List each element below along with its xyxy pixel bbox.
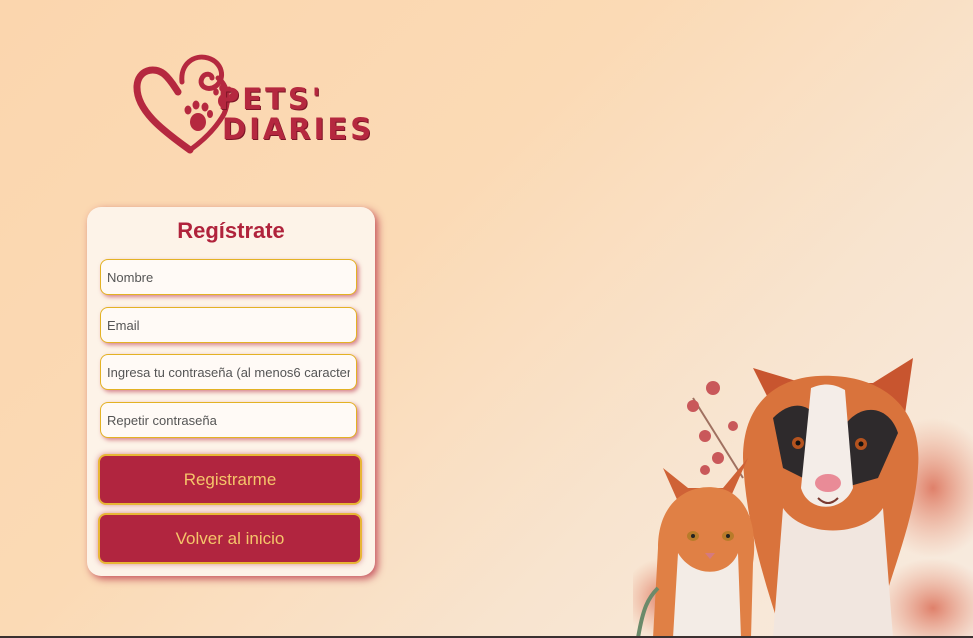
back-home-button[interactable]: Volver al inicio [98,513,362,564]
logo-line-2: DIARIES [222,112,375,146]
pets-illustration [633,358,973,638]
pets-diaries-logo: PETS' DIARIES [132,48,372,158]
logo-wordmark: PETS' DIARIES [218,84,374,144]
name-field[interactable] [100,259,357,295]
register-title: Regístrate [177,218,285,243]
repeat-password-field[interactable] [100,402,357,438]
password-field[interactable] [100,354,357,390]
email-field[interactable] [100,307,357,343]
register-card: Regístrate Registrarme Volver al inicio [87,207,375,576]
register-button[interactable]: Registrarme [98,454,362,505]
logo-line-1: PETS' [218,82,324,116]
